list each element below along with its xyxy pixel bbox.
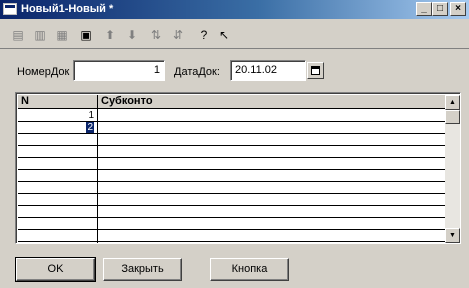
ok-button[interactable]: OK	[15, 257, 96, 282]
cell-n[interactable]	[18, 134, 97, 145]
table-row[interactable]	[18, 158, 445, 170]
vertical-scrollbar[interactable]: ▲ ▼	[445, 95, 460, 243]
cell-n[interactable]	[18, 206, 97, 217]
document-icon	[3, 3, 17, 15]
delete-row-icon: ▦	[56, 28, 68, 42]
table-row[interactable]	[18, 170, 445, 182]
table-row[interactable]	[18, 134, 445, 146]
edit-row-button[interactable]: ▣	[76, 26, 96, 44]
sort-descending-icon: ⇵	[172, 28, 184, 42]
scroll-down-icon: ▼	[449, 232, 456, 239]
cell-n[interactable]: 2	[18, 122, 97, 133]
table-row[interactable]	[18, 146, 445, 158]
add-row-icon: ▤	[12, 28, 24, 42]
cell-n[interactable]	[18, 158, 97, 169]
table-row[interactable]: 2	[18, 122, 445, 134]
maximize-button[interactable]: □	[432, 2, 448, 16]
move-up-button[interactable]: ⬆	[100, 26, 120, 44]
maximize-icon: □	[436, 3, 444, 14]
help-button[interactable]: ?	[194, 26, 214, 44]
calendar-button[interactable]	[307, 62, 324, 79]
context-help-button[interactable]: ↖	[214, 26, 234, 44]
doc-date-label: ДатаДок:	[174, 66, 220, 78]
cell-n[interactable]	[18, 194, 97, 205]
table-row[interactable]	[18, 182, 445, 194]
edit-row-icon: ▣	[80, 28, 92, 42]
cell-n[interactable]	[18, 218, 97, 229]
table-row[interactable]	[18, 194, 445, 206]
custom-button[interactable]: Кнопка	[210, 258, 289, 281]
cell-n-value: 1	[88, 110, 94, 121]
close-icon: ×	[455, 3, 461, 14]
delete-row-button[interactable]: ▦	[52, 26, 72, 44]
title-bar[interactable]: Новый1-Новый * _ □ ×	[0, 0, 469, 19]
table-row[interactable]	[18, 230, 445, 242]
cell-n[interactable]	[18, 170, 97, 181]
doc-number-label: НомерДок	[17, 66, 70, 78]
sort-ascending-icon: ⇅	[150, 28, 162, 42]
doc-date-field[interactable]: 20.11.02	[230, 60, 306, 81]
scroll-down-button[interactable]: ▼	[445, 228, 460, 243]
close-window-button[interactable]: ×	[450, 2, 466, 16]
scroll-up-icon: ▲	[449, 99, 456, 106]
calendar-icon	[311, 66, 320, 75]
table-header: N Субконто	[18, 95, 445, 109]
context-help-icon: ↖	[218, 28, 230, 42]
copy-row-button[interactable]: ▥	[30, 26, 50, 44]
column-header-n[interactable]: N	[18, 95, 97, 108]
sort-desc-button[interactable]: ⇵	[168, 26, 188, 44]
move-down-button[interactable]: ⬇	[122, 26, 142, 44]
toolbar: ▤ ▥ ▦ ▣ ⬆ ⬇ ⇅ ⇵? ↖	[0, 21, 469, 49]
column-header-subkonto[interactable]: Субконто	[98, 95, 438, 108]
table[interactable]: N Субконто ▲ ▼ 12	[15, 92, 461, 244]
minimize-icon: _	[421, 3, 427, 14]
cell-n[interactable]	[18, 146, 97, 157]
minimize-button[interactable]: _	[416, 2, 432, 16]
close-button[interactable]: Закрыть	[103, 258, 182, 281]
table-row[interactable]	[18, 206, 445, 218]
arrow-down-icon: ⬇	[126, 28, 138, 42]
copy-row-icon: ▥	[34, 28, 46, 42]
window-title: Новый1-Новый *	[21, 3, 114, 15]
cell-n[interactable]	[18, 182, 97, 193]
help-icon: ?	[200, 28, 208, 42]
table-row[interactable]: 1	[18, 110, 445, 122]
cell-n-value: 2	[86, 122, 94, 133]
sort-asc-button[interactable]: ⇅	[146, 26, 166, 44]
arrow-up-icon: ⬆	[104, 28, 116, 42]
scroll-up-button[interactable]: ▲	[445, 95, 460, 110]
add-row-button[interactable]: ▤	[8, 26, 28, 44]
cell-n[interactable]: 1	[18, 110, 97, 121]
scroll-thumb[interactable]	[445, 110, 460, 124]
cell-n[interactable]	[18, 230, 97, 241]
doc-number-field[interactable]: 1	[73, 60, 165, 81]
table-row[interactable]	[18, 218, 445, 230]
